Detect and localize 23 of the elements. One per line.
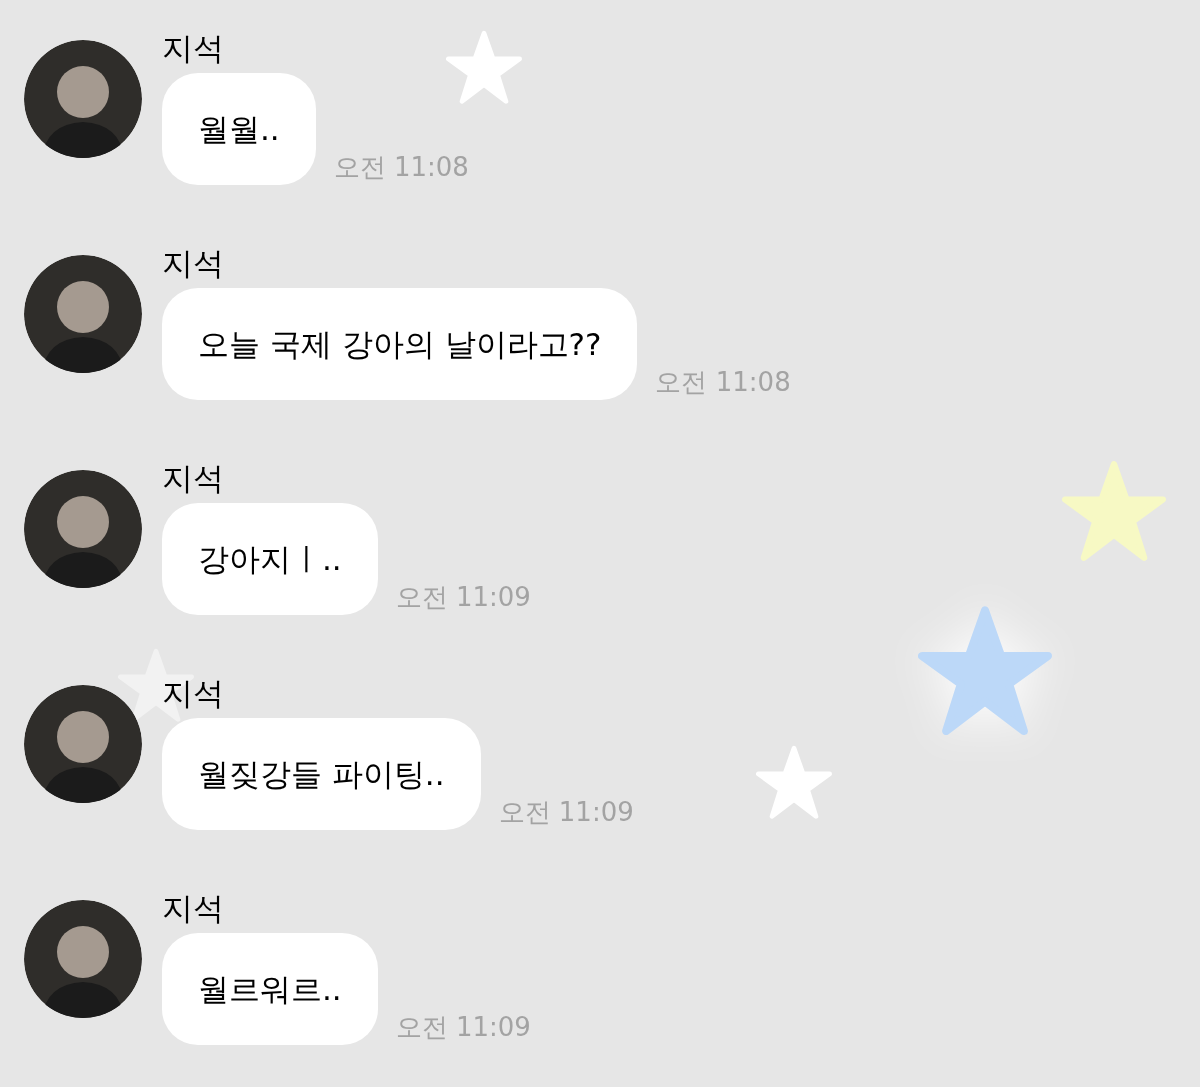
sender-name: 지석 (162, 29, 225, 68)
avatar[interactable] (24, 255, 142, 373)
sender-name: 지석 (162, 674, 225, 713)
message-time: 오전 11:09 (395, 581, 531, 614)
message-time: 오전 11:09 (395, 1011, 531, 1044)
message-bubble: 월월.. (162, 73, 316, 185)
star-icon (756, 745, 832, 821)
avatar[interactable] (24, 685, 142, 803)
star-icon (446, 30, 522, 106)
message-bubble: 강아지ㅣ.. (162, 503, 378, 615)
star-icon (1062, 460, 1166, 564)
message-bubble: 월짖강들 파이팅.. (162, 718, 481, 830)
message-bubble: 월르워르.. (162, 933, 378, 1045)
message-time: 오전 11:08 (333, 151, 469, 184)
sender-name: 지석 (162, 459, 225, 498)
avatar[interactable] (24, 470, 142, 588)
sender-name: 지석 (162, 889, 225, 928)
message-time: 오전 11:09 (498, 796, 634, 829)
message-bubble: 오늘 국제 강아의 날이라고?? (162, 288, 638, 400)
sender-name: 지석 (162, 244, 225, 283)
message-time: 오전 11:08 (655, 366, 791, 399)
avatar[interactable] (24, 900, 142, 1018)
avatar[interactable] (24, 40, 142, 158)
